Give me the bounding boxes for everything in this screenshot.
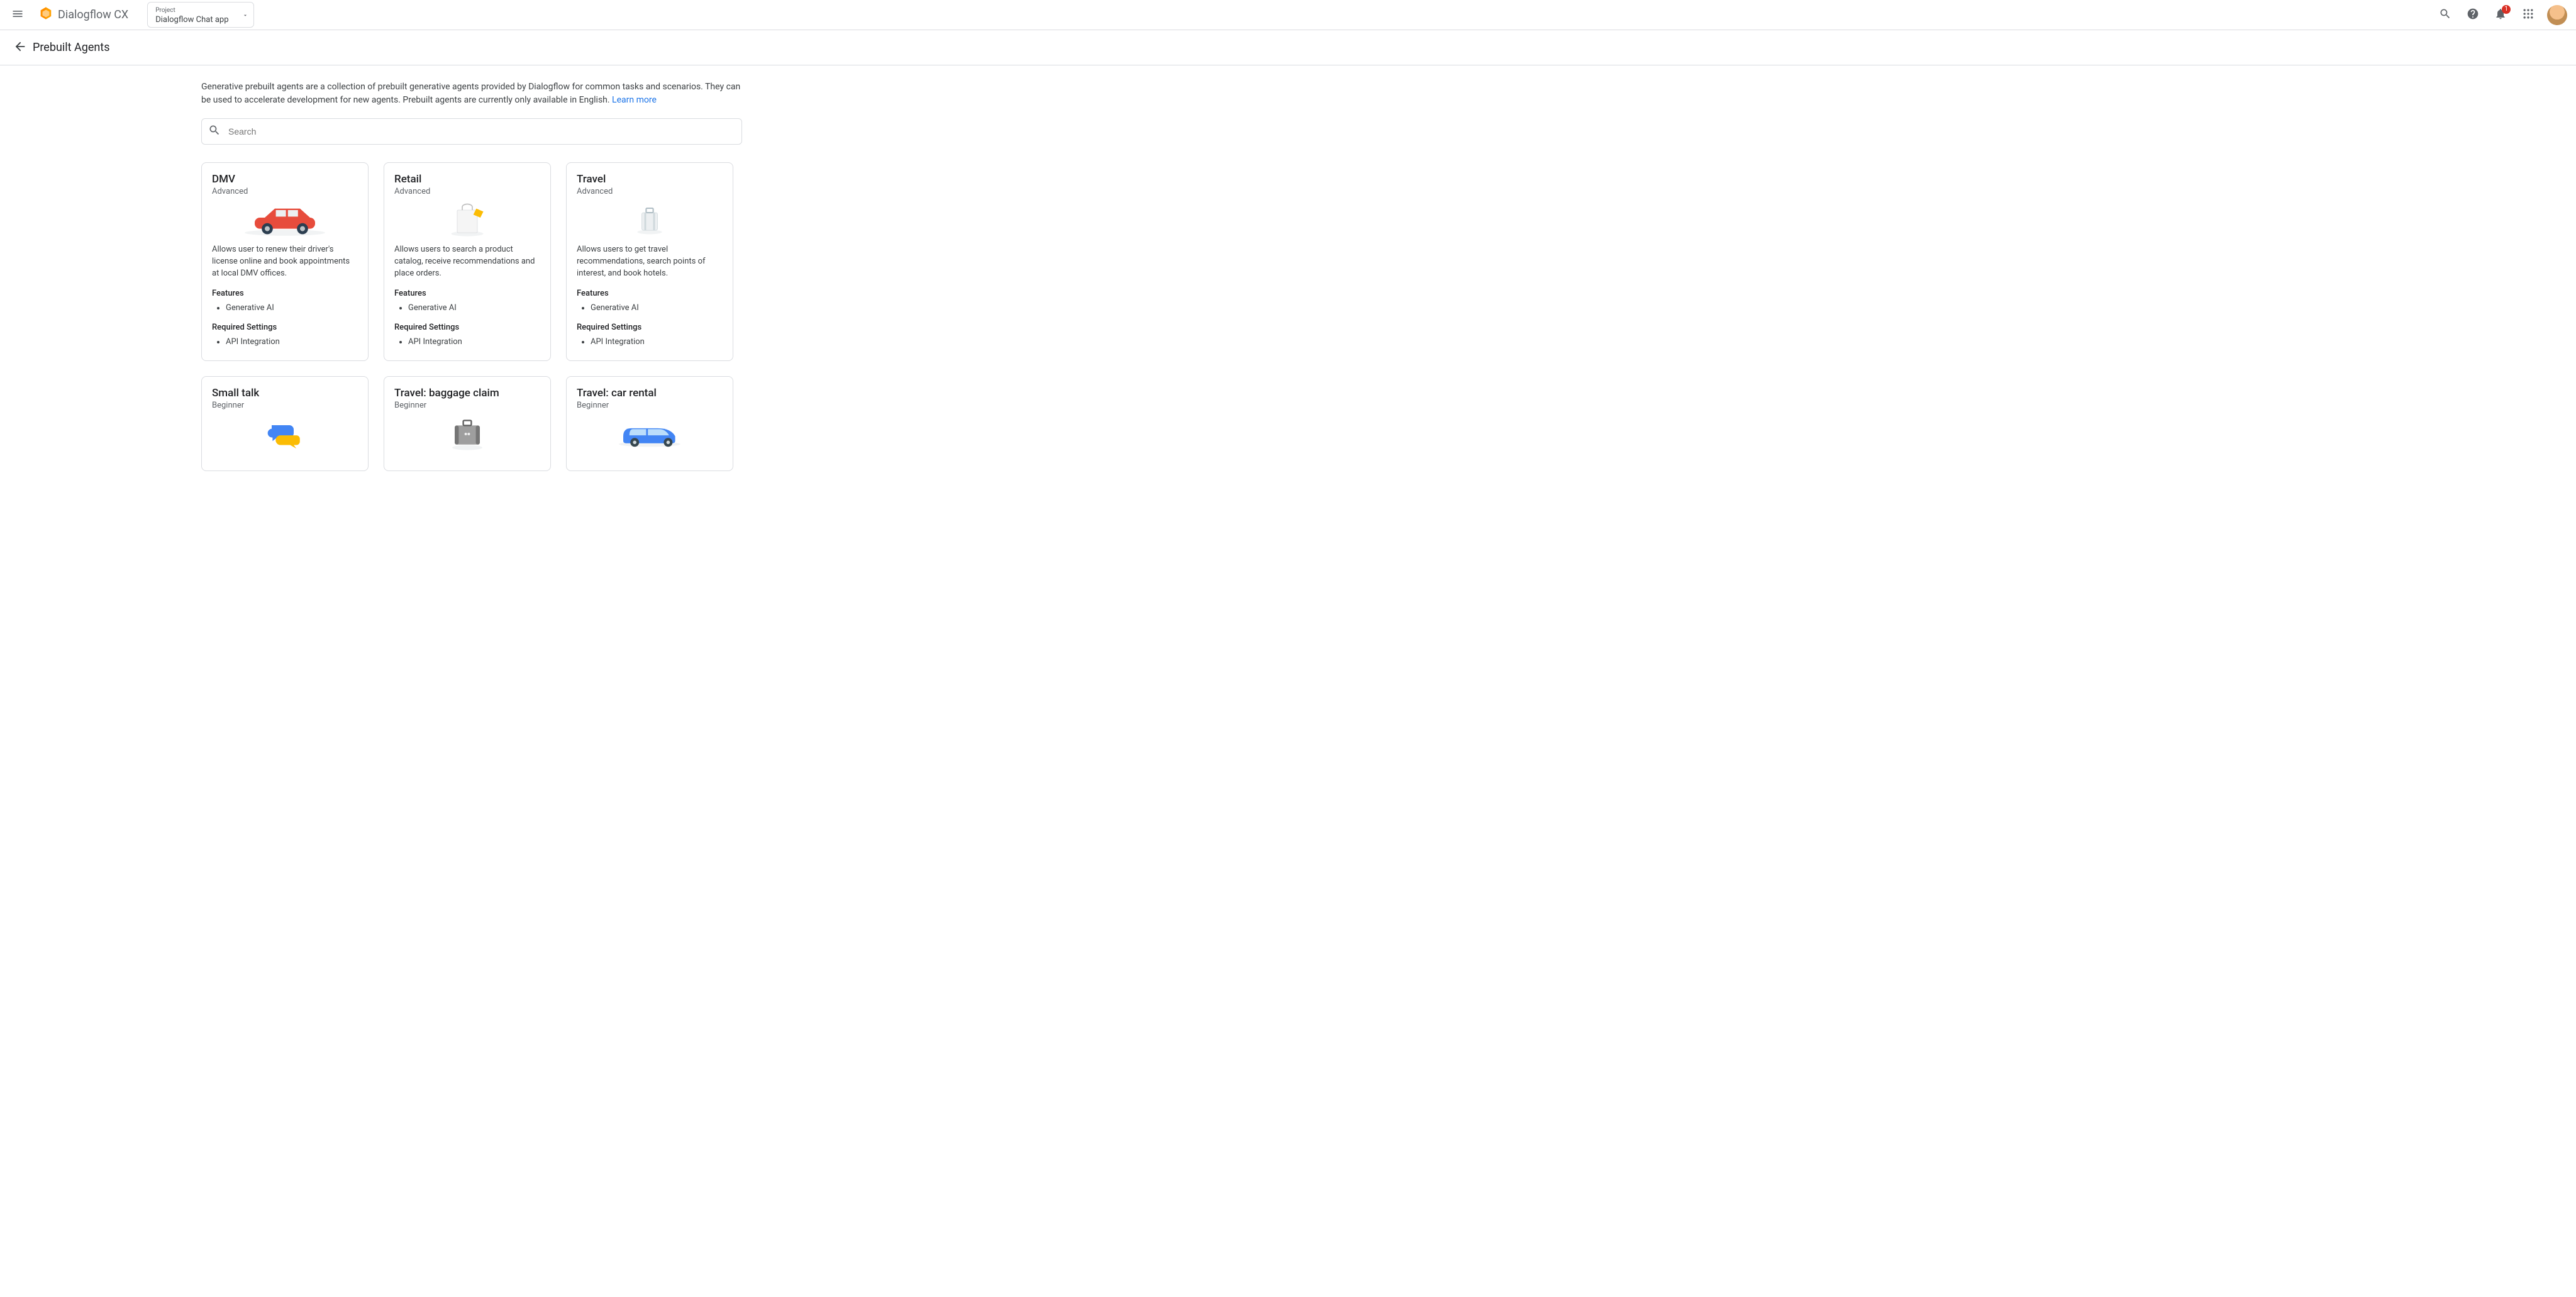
required-settings-heading: Required Settings [577, 323, 723, 332]
car-icon [577, 415, 723, 453]
features-list: Generative AI [212, 302, 358, 314]
agent-level: Advanced [212, 187, 358, 196]
help-icon [2467, 8, 2479, 22]
dmv-car-icon [212, 201, 358, 239]
back-button[interactable] [8, 35, 33, 60]
required-list: API Integration [212, 336, 358, 348]
feature-item: Generative AI [226, 303, 358, 313]
agent-description: Allows users to get travel recommendatio… [577, 244, 723, 280]
suitcase-icon [577, 201, 723, 239]
agent-card-small-talk[interactable]: Small talk Beginner [201, 376, 369, 471]
intro-block: Generative prebuilt agents are a collect… [201, 81, 742, 107]
feature-item: Generative AI [408, 303, 540, 313]
search-box[interactable] [201, 118, 742, 145]
page-title: Prebuilt Agents [33, 41, 109, 54]
shopping-bag-icon [394, 201, 540, 239]
agent-card-grid: DMV Advanced Allows user to renew their … [201, 162, 742, 471]
product-name: Dialogflow CX [58, 8, 128, 21]
apps-grid-icon [2522, 8, 2534, 22]
agent-card-dmv[interactable]: DMV Advanced Allows user to renew their … [201, 162, 369, 361]
agent-card-retail[interactable]: Retail Advanced Allows users to search a… [384, 162, 551, 361]
chat-bubbles-icon [212, 415, 358, 453]
features-heading: Features [577, 289, 723, 298]
main-menu-button[interactable] [5, 3, 30, 28]
features-list: Generative AI [394, 302, 540, 314]
required-item: API Integration [408, 337, 540, 347]
features-heading: Features [394, 289, 540, 298]
agent-description: Allows user to renew their driver's lice… [212, 244, 358, 280]
search-icon [208, 124, 221, 139]
agent-title: Travel: car rental [577, 387, 723, 399]
learn-more-link[interactable]: Learn more [612, 95, 657, 105]
agent-title: Small talk [212, 387, 358, 399]
required-settings-heading: Required Settings [212, 323, 358, 332]
agent-description: Allows users to search a product catalog… [394, 244, 540, 280]
top-bar-right: 1 [2433, 3, 2571, 28]
agent-level: Beginner [394, 401, 540, 410]
required-item: API Integration [226, 337, 358, 347]
product-brand[interactable]: Dialogflow CX [35, 6, 132, 23]
agent-level: Advanced [394, 187, 540, 196]
features-heading: Features [212, 289, 358, 298]
arrow-back-icon [13, 40, 27, 55]
project-selector-label: Project [155, 8, 231, 14]
section-header: Prebuilt Agents [0, 30, 2576, 65]
agent-title: Travel [577, 173, 723, 186]
required-settings-heading: Required Settings [394, 323, 540, 332]
content-scroll[interactable]: Generative prebuilt agents are a collect… [0, 65, 2576, 1297]
feature-item: Generative AI [591, 303, 723, 313]
agent-card-travel-car-rental[interactable]: Travel: car rental Beginner [566, 376, 733, 471]
search-button[interactable] [2433, 3, 2458, 28]
intro-text: Generative prebuilt agents are a collect… [201, 82, 740, 105]
top-bar-left: Dialogflow CX Project Dialogflow Chat ap… [5, 2, 254, 28]
required-item: API Integration [591, 337, 723, 347]
help-button[interactable] [2460, 3, 2485, 28]
search-icon [2439, 8, 2451, 22]
user-avatar [2547, 5, 2567, 25]
luggage-icon [394, 415, 540, 453]
required-list: API Integration [577, 336, 723, 348]
agent-card-travel[interactable]: Travel Advanced Allows users to get trav… [566, 162, 733, 361]
chevron-down-icon [242, 9, 248, 21]
notifications-wrap: 1 [2488, 3, 2513, 28]
google-apps-button[interactable] [2516, 3, 2541, 28]
search-input[interactable] [221, 126, 735, 136]
project-selector-value: Dialogflow Chat app [155, 15, 231, 25]
required-list: API Integration [394, 336, 540, 348]
top-app-bar: Dialogflow CX Project Dialogflow Chat ap… [0, 0, 2576, 30]
agent-title: DMV [212, 173, 358, 186]
features-list: Generative AI [577, 302, 723, 314]
agent-title: Travel: baggage claim [394, 387, 540, 399]
notifications-badge: 1 [2502, 5, 2511, 14]
hamburger-icon [11, 8, 24, 22]
agent-title: Retail [394, 173, 540, 186]
account-button[interactable] [2543, 3, 2568, 28]
agent-card-travel-baggage[interactable]: Travel: baggage claim Beginner [384, 376, 551, 471]
agent-level: Beginner [577, 401, 723, 410]
project-selector[interactable]: Project Dialogflow Chat app [147, 2, 254, 28]
agent-level: Beginner [212, 401, 358, 410]
content-container: Generative prebuilt agents are a collect… [201, 65, 742, 501]
agent-level: Advanced [577, 187, 723, 196]
dialogflow-logo-icon [39, 6, 53, 23]
